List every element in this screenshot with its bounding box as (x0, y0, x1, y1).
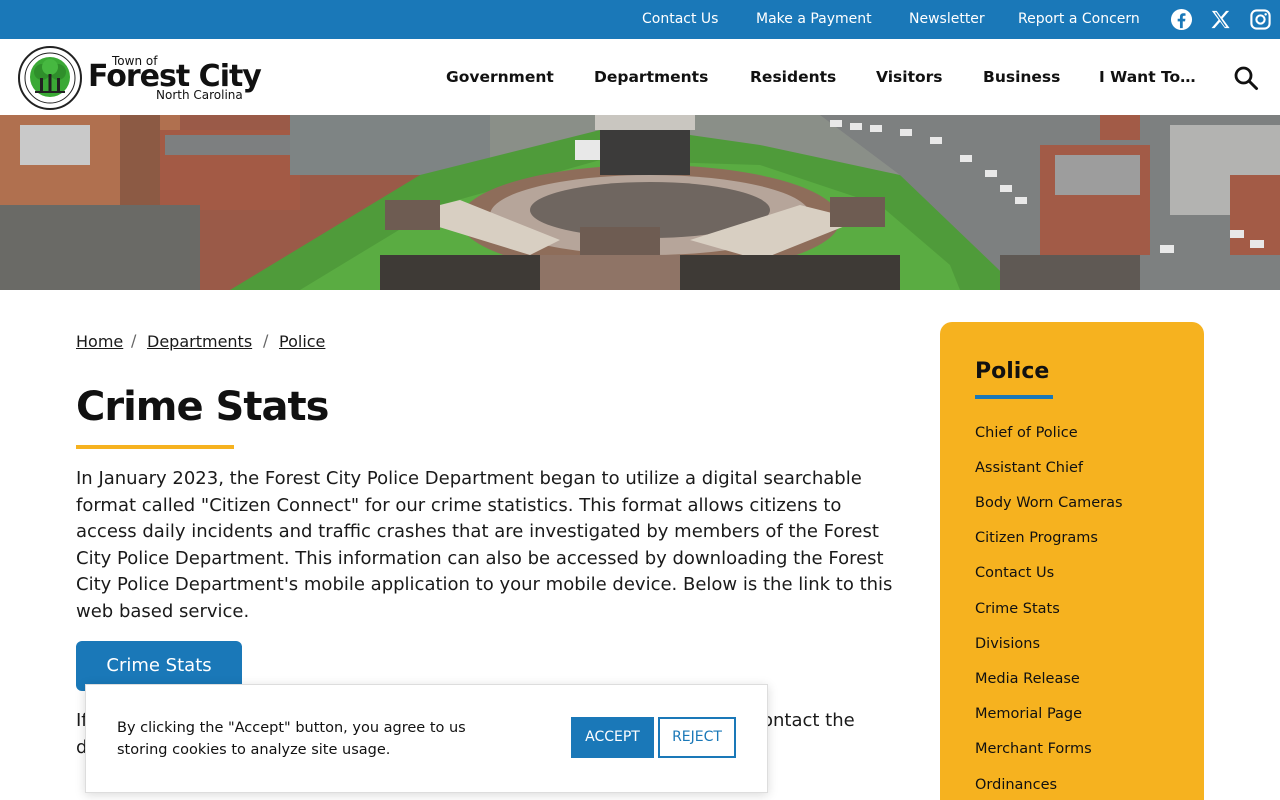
cookie-message-line: By clicking the "Accept" button, you agr… (117, 720, 466, 736)
breadcrumb-police[interactable]: Police (279, 332, 325, 351)
sidebar-item-body-worn-cameras[interactable]: Body Worn Cameras (975, 495, 1123, 511)
nav-visitors[interactable]: Visitors (876, 68, 943, 86)
intro-paragraph: In January 2023, the Forest City Police … (76, 466, 893, 625)
page-title: Crime Stats (76, 384, 329, 430)
instagram-icon[interactable] (1249, 8, 1272, 31)
sidebar-item-divisions[interactable]: Divisions (975, 636, 1040, 652)
secondary-paragraph-end: ontact the (762, 710, 855, 731)
cookie-consent-banner: By clicking the "Accept" button, you agr… (85, 684, 768, 793)
intro-line: City Police Department's mobile applicat… (76, 574, 893, 595)
search-icon[interactable] (1233, 65, 1259, 91)
sidebar-item-media-release[interactable]: Media Release (975, 671, 1080, 687)
site-header: Town of Forest City North Carolina Gover… (0, 39, 1280, 115)
logo-state: North Carolina (156, 88, 243, 102)
nav-i-want-to[interactable]: I Want To… (1099, 68, 1196, 86)
reject-cookies-button[interactable]: REJECT (658, 717, 736, 758)
nav-business[interactable]: Business (983, 68, 1060, 86)
town-seal-logo[interactable] (18, 46, 82, 110)
breadcrumb-home[interactable]: Home (76, 332, 123, 351)
nav-residents[interactable]: Residents (750, 68, 836, 86)
topbar-link-report-a-concern[interactable]: Report a Concern (1018, 11, 1140, 27)
title-underline (76, 445, 234, 449)
sidebar-title-underline (975, 395, 1053, 399)
intro-line: format called "Citizen Connect" for our … (76, 494, 842, 516)
sidebar-item-citizen-programs[interactable]: Citizen Programs (975, 530, 1098, 546)
nav-departments[interactable]: Departments (594, 68, 708, 86)
facebook-icon[interactable] (1170, 8, 1193, 31)
sidebar-item-ordinances[interactable]: Ordinances (975, 777, 1057, 793)
cookie-message-line: storing cookies to analyze site usage. (117, 742, 391, 758)
intro-line: web based service. (76, 600, 250, 622)
intro-line: City Police Department. This information… (76, 547, 884, 569)
topbar-link-make-a-payment[interactable]: Make a Payment (756, 11, 872, 27)
breadcrumb-separator: / (131, 331, 137, 350)
topbar-link-contact-us[interactable]: Contact Us (642, 11, 718, 27)
utility-bar: Contact Us Make a Payment Newsletter Rep… (0, 0, 1280, 39)
sidebar-item-assistant-chief[interactable]: Assistant Chief (975, 460, 1083, 476)
sidebar-item-memorial-page[interactable]: Memorial Page (975, 706, 1082, 722)
intro-line: In January 2023, the Forest City Police … (76, 468, 862, 489)
sidebar-item-chief-of-police[interactable]: Chief of Police (975, 425, 1078, 441)
accept-cookies-button[interactable]: ACCEPT (571, 717, 654, 758)
x-icon[interactable] (1209, 8, 1232, 31)
breadcrumb-departments[interactable]: Departments (147, 332, 252, 351)
sidebar-item-contact-us[interactable]: Contact Us (975, 565, 1054, 581)
cookie-message: By clicking the "Accept" button, you agr… (117, 717, 517, 761)
sidebar-title[interactable]: Police (975, 359, 1049, 384)
breadcrumb-separator: / (263, 331, 269, 350)
intro-line: access daily incidents and traffic crash… (76, 521, 879, 542)
hero-aerial-photo (0, 115, 1280, 290)
police-sidebar: Police Chief of Police Assistant Chief B… (940, 322, 1204, 800)
sidebar-item-crime-stats[interactable]: Crime Stats (975, 601, 1060, 617)
sidebar-item-merchant-forms[interactable]: Merchant Forms (975, 741, 1092, 757)
nav-government[interactable]: Government (446, 68, 554, 86)
topbar-link-newsletter[interactable]: Newsletter (909, 11, 985, 27)
